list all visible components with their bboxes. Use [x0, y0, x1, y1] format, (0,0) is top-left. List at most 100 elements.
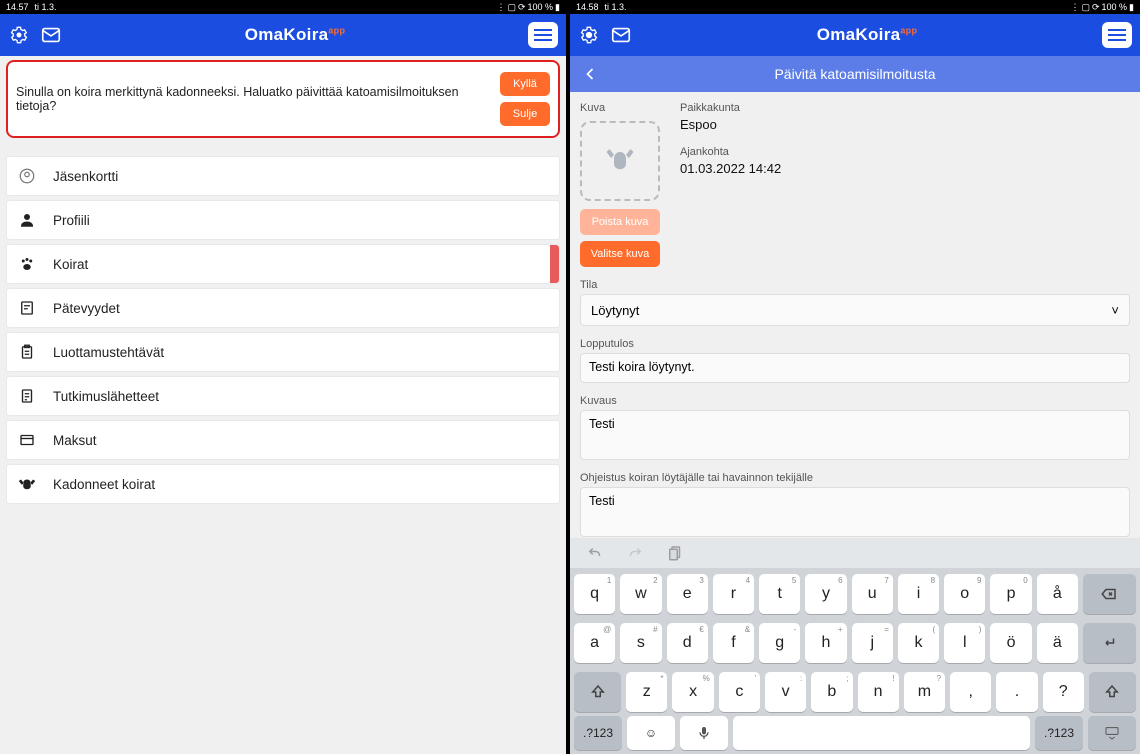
hamburger-icon[interactable] [528, 22, 558, 48]
key-d[interactable]: €d [667, 623, 708, 663]
person-icon [17, 210, 37, 230]
clipboard-icon[interactable] [666, 544, 684, 562]
kuvaus-textarea[interactable]: Testi [580, 410, 1130, 460]
status-battery: 100 % [528, 2, 554, 12]
spacebar-key[interactable] [733, 716, 1030, 750]
alert-text: Sinulla on koira merkittynä kadonneeksi.… [16, 85, 492, 113]
battery-icon: ▮ [555, 2, 560, 13]
document-icon [17, 386, 37, 406]
key-l[interactable]: )l [944, 623, 985, 663]
lopputulos-input[interactable]: Testi koira löytynyt. [580, 353, 1130, 383]
key-i[interactable]: 8i [898, 574, 939, 614]
key-f[interactable]: &f [713, 623, 754, 663]
menu-item-label: Jäsenkortti [53, 169, 118, 184]
hide-keyboard-key[interactable] [1088, 716, 1136, 750]
clipboard-icon [17, 342, 37, 362]
menu-item-profiili[interactable]: Profiili [6, 200, 560, 240]
key-r[interactable]: 4r [713, 574, 754, 614]
key-j[interactable]: =j [852, 623, 893, 663]
settings-icon[interactable] [8, 24, 30, 46]
key-question[interactable]: ? [1043, 672, 1084, 712]
menu-item-label: Tutkimuslähetteet [53, 389, 159, 404]
key-mode[interactable]: .?123 [574, 716, 622, 750]
mic-key[interactable] [680, 716, 728, 750]
key-z[interactable]: *z [626, 672, 667, 712]
update-form: Kuva Poista kuva Valitse kuva Paikkakunt… [570, 92, 1140, 564]
alert-yes-button[interactable]: Kyllä [500, 72, 550, 96]
mail-icon[interactable] [610, 24, 632, 46]
label-paikkakunta: Paikkakunta [680, 102, 781, 114]
image-placeholder [580, 121, 660, 201]
key-u[interactable]: 7u [852, 574, 893, 614]
key-y[interactable]: 6y [805, 574, 846, 614]
redo-icon[interactable] [626, 544, 644, 562]
cast-icon: ▢ [1081, 2, 1090, 13]
key-b[interactable]: ;b [811, 672, 852, 712]
menu-item-koirat[interactable]: Koirat [6, 244, 560, 284]
undo-icon[interactable] [586, 544, 604, 562]
status-bar: 14.57 ti 1.3. ⋮ ▢ ⟳ 100 % ▮ [0, 0, 566, 14]
mail-icon[interactable] [40, 24, 62, 46]
shift-key-right[interactable] [1089, 672, 1136, 712]
menu-item-maksut[interactable]: Maksut [6, 420, 560, 460]
menu-item-jäsenkortti[interactable]: Jäsenkortti [6, 156, 560, 196]
key-n[interactable]: !n [858, 672, 899, 712]
menu-item-pätevyydet[interactable]: Pätevyydet [6, 288, 560, 328]
label-ajankohta: Ajankohta [680, 146, 781, 158]
menu-item-label: Koirat [53, 257, 88, 272]
menu-item-tutkimuslähetteet[interactable]: Tutkimuslähetteet [6, 376, 560, 416]
menu-item-luottamustehtävät[interactable]: Luottamustehtävät [6, 332, 560, 372]
status-battery: 100 % [1102, 2, 1128, 12]
key-e[interactable]: 3e [667, 574, 708, 614]
left-screen: 14.57 ti 1.3. ⋮ ▢ ⟳ 100 % ▮ OmaKoiraapp … [0, 0, 570, 754]
hamburger-icon[interactable] [1102, 22, 1132, 48]
key-p[interactable]: 0p [990, 574, 1031, 614]
key-c[interactable]: 'c [719, 672, 760, 712]
key-v[interactable]: :v [765, 672, 806, 712]
key-a[interactable]: @a [574, 623, 615, 663]
virtual-keyboard: 1q2w3e4r5t6y7u8i9o0på @a#s€d&f-g+h=j(k)l… [570, 538, 1140, 754]
alert-close-button[interactable]: Sulje [500, 102, 550, 126]
menu-item-label: Profiili [53, 213, 90, 228]
key-s[interactable]: #s [620, 623, 661, 663]
backspace-key[interactable] [1083, 574, 1136, 614]
menu-item-kadonneet koirat[interactable]: Kadonneet koirat [6, 464, 560, 504]
key-m[interactable]: ?m [904, 672, 945, 712]
battery-icon: ▮ [1129, 2, 1134, 13]
ohjeistus-textarea[interactable]: Testi [580, 487, 1130, 537]
key-x[interactable]: %x [672, 672, 713, 712]
key-å[interactable]: å [1037, 574, 1078, 614]
key-ö[interactable]: ö [990, 623, 1031, 663]
top-bar: OmaKoiraapp [0, 14, 566, 56]
rotate-icon: ⟳ [518, 2, 526, 13]
key-,[interactable]: , [950, 672, 991, 712]
label-kuva: Kuva [580, 102, 660, 114]
key-.[interactable]: . [996, 672, 1037, 712]
status-time: 14.58 [576, 2, 599, 12]
remove-image-button[interactable]: Poista kuva [580, 209, 660, 235]
key-q[interactable]: 1q [574, 574, 615, 614]
tila-select[interactable]: Löytynyt ˅ [580, 294, 1130, 326]
key-o[interactable]: 9o [944, 574, 985, 614]
settings-icon[interactable] [578, 24, 600, 46]
chevron-down-icon: ˅ [1111, 303, 1119, 318]
id-card-icon [17, 166, 37, 186]
app-logo: OmaKoiraapp [245, 25, 346, 45]
status-bar: 14.58 ti 1.3. ⋮ ▢ ⟳ 100 % ▮ [570, 0, 1140, 14]
label-kuvaus: Kuvaus [580, 395, 1130, 407]
enter-key[interactable] [1083, 623, 1136, 663]
menu-list: Jäsenkortti Profiili Koirat PätevyydetLuott… [6, 156, 560, 504]
emoji-key[interactable]: ☺ [627, 716, 675, 750]
payment-icon [17, 430, 37, 450]
key-k[interactable]: (k [898, 623, 939, 663]
select-image-button[interactable]: Valitse kuva [580, 241, 660, 267]
page-title: Päivitä katoamisilmoitusta [774, 66, 935, 82]
key-ä[interactable]: ä [1037, 623, 1078, 663]
key-mode-2[interactable]: .?123 [1035, 716, 1083, 750]
key-t[interactable]: 5t [759, 574, 800, 614]
back-arrow-icon[interactable] [580, 56, 600, 92]
key-h[interactable]: +h [805, 623, 846, 663]
key-w[interactable]: 2w [620, 574, 661, 614]
shift-key[interactable] [574, 672, 621, 712]
key-g[interactable]: -g [759, 623, 800, 663]
